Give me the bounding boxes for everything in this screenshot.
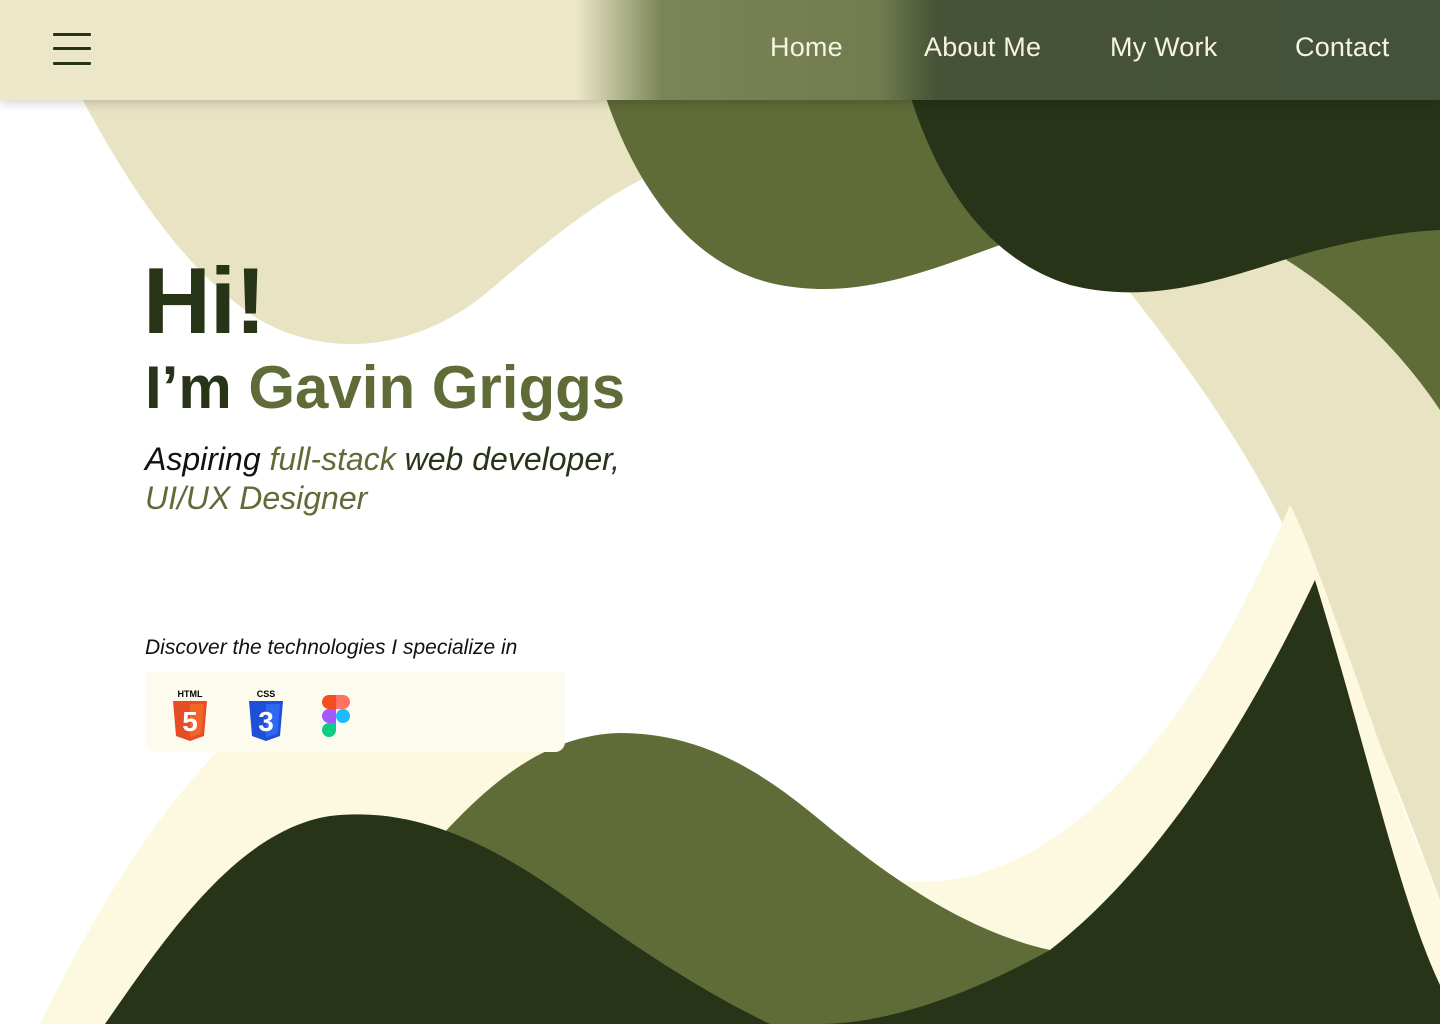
hero-intro: I’m Gavin Griggs <box>145 352 625 424</box>
html5-icon: HTML 5 <box>170 688 210 744</box>
tagline-part-1: Aspiring <box>145 441 270 477</box>
figma-icon <box>320 694 354 740</box>
menu-line-bottom <box>53 62 91 65</box>
top-navigation-bar: Home About Me My Work Contact <box>0 0 1440 100</box>
nav-link-home[interactable]: Home <box>770 32 843 63</box>
menu-line-middle <box>53 47 91 50</box>
html5-icon-label: HTML <box>178 689 203 699</box>
hamburger-menu-icon[interactable] <box>53 33 91 67</box>
hero-tagline: Aspiring full-stack web developer, UI/UX… <box>145 440 620 518</box>
hero-greeting: Hi! <box>143 248 266 353</box>
tagline-line-2: UI/UX Designer <box>145 480 368 516</box>
tagline-accent: full-stack <box>269 441 396 477</box>
technologies-heading: Discover the technologies I specialize i… <box>145 636 518 659</box>
nav-link-my-work[interactable]: My Work <box>1110 32 1217 63</box>
tagline-part-3: web developer, <box>395 441 620 477</box>
nav-link-about-me[interactable]: About Me <box>924 32 1041 63</box>
tagline-line-1: Aspiring full-stack web developer, <box>145 440 620 479</box>
css3-icon-glyph: 3 <box>258 706 274 737</box>
hero-intro-prefix: I’m <box>145 354 249 421</box>
page: Home About Me My Work Contact Hi! I’m Ga… <box>0 0 1440 1024</box>
hero-name: Gavin Griggs <box>248 354 626 421</box>
css3-icon-label: CSS <box>257 689 276 699</box>
html5-icon-glyph: 5 <box>182 706 198 737</box>
css3-icon: CSS 3 <box>246 688 286 744</box>
nav-link-contact[interactable]: Contact <box>1295 32 1389 63</box>
menu-line-top <box>53 33 91 36</box>
